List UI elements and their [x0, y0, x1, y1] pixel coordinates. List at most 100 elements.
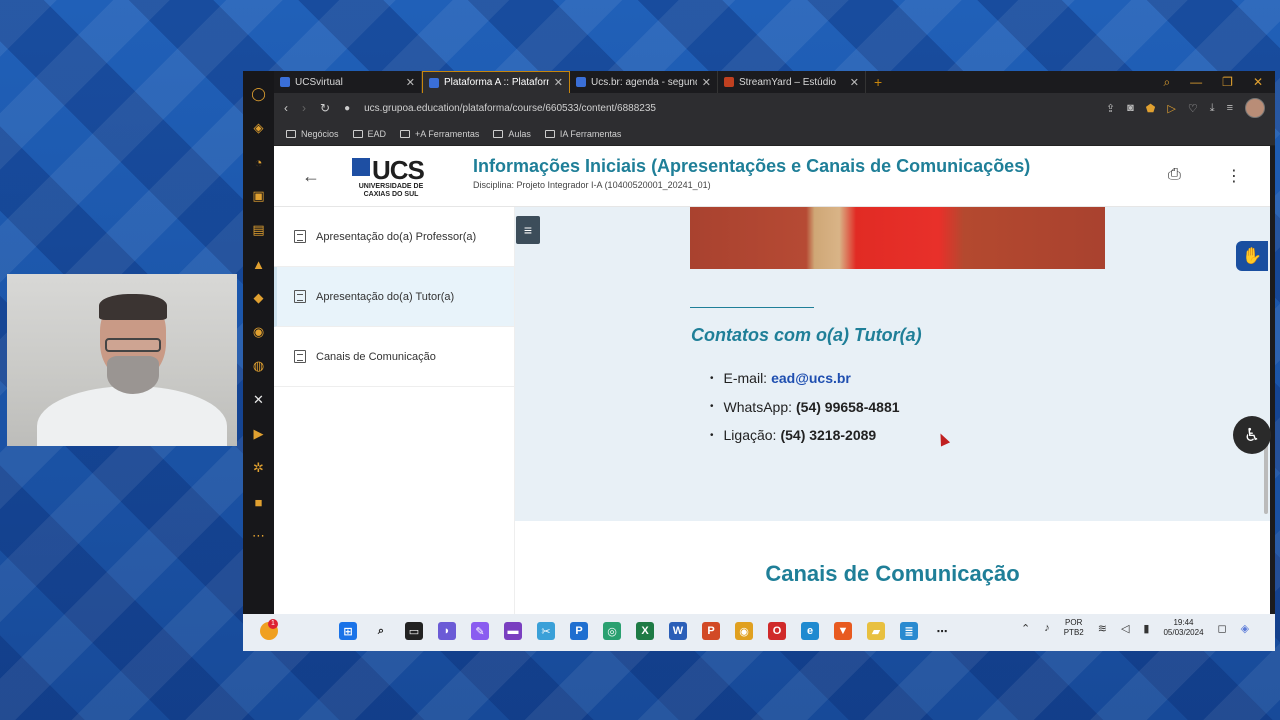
powerpoint-icon[interactable]: P: [702, 622, 720, 640]
new-tab-button[interactable]: +: [866, 71, 890, 93]
microphone-icon[interactable]: ♪: [1044, 622, 1050, 634]
player-icon[interactable]: ▶: [243, 417, 274, 451]
more-icon[interactable]: ⋯: [243, 519, 274, 553]
bookmark-a-ferramentas[interactable]: +A Ferramentas: [400, 129, 479, 139]
notepad-icon[interactable]: ≣: [900, 622, 918, 640]
copilot-icon[interactable]: ◈: [1241, 622, 1249, 635]
flow-icon[interactable]: ▷: [1167, 102, 1175, 115]
search-tabs-icon[interactable]: ⌕: [1163, 75, 1170, 90]
download-icon[interactable]: ⤓: [1210, 102, 1215, 115]
windows-start-icon[interactable]: ⊞: [339, 622, 357, 640]
battery-icon[interactable]: ▮: [1143, 622, 1149, 635]
file-explorer-icon[interactable]: ▰: [867, 622, 885, 640]
minimize-button[interactable]: —: [1190, 75, 1202, 89]
bookmark-ead[interactable]: EAD: [352, 129, 386, 139]
chrome-icon[interactable]: ◉: [735, 622, 753, 640]
tab-ucs-agenda[interactable]: Ucs.br: agenda - segunda-f ✕: [570, 71, 718, 93]
url-field[interactable]: ucs.grupoa.education/plataforma/course/6…: [364, 103, 656, 114]
tab-ucsvirtual[interactable]: UCSvirtual ✕: [274, 71, 422, 93]
back-icon[interactable]: ‹: [284, 101, 288, 115]
close-icon[interactable]: ✕: [702, 76, 711, 89]
mouse-cursor-icon: [935, 431, 951, 447]
sidebar-item-professor[interactable]: Apresentação do(a) Professor(a): [274, 207, 514, 267]
speed-dial-icon[interactable]: ◔: [243, 145, 274, 179]
star-icon: [352, 158, 370, 176]
edge-icon[interactable]: e: [801, 622, 819, 640]
contact-email: E-mail: ead@ucs.br: [710, 364, 900, 393]
maps-icon[interactable]: ◎: [603, 622, 621, 640]
profile-avatar[interactable]: [1245, 98, 1265, 118]
excel-icon[interactable]: X: [636, 622, 654, 640]
adblock-shield-icon[interactable]: ⬟: [1146, 102, 1156, 115]
sidebar-item-label: Apresentação do(a) Professor(a): [316, 230, 477, 243]
app-icon[interactable]: ✎: [471, 622, 489, 640]
volume-icon[interactable]: ◁: [1121, 622, 1129, 635]
reload-icon[interactable]: ↻: [320, 101, 330, 115]
music-icon[interactable]: ◍: [243, 349, 274, 383]
snapshot-icon[interactable]: ◙: [1127, 102, 1134, 114]
email-link[interactable]: ead@ucs.br: [771, 370, 851, 386]
word-icon[interactable]: W: [669, 622, 687, 640]
x-twitter-icon[interactable]: ✕: [243, 383, 274, 417]
heart-icon[interactable]: ♡: [1188, 102, 1198, 115]
close-window-button[interactable]: ✕: [1253, 75, 1263, 89]
crypto-wallet-icon[interactable]: ◆: [243, 281, 274, 315]
chevron-up-icon[interactable]: ⌃: [1021, 622, 1030, 635]
easy-setup-icon[interactable]: ≡: [1227, 102, 1233, 114]
notification-bell-icon[interactable]: ◻: [1218, 622, 1227, 635]
notification-badge: 1: [268, 619, 278, 629]
ucs-logo[interactable]: UCS UNIVERSIDADE DE CAXIAS DO SUL: [352, 155, 432, 199]
store-icon[interactable]: P: [570, 622, 588, 640]
tab-streamyard[interactable]: StreamYard – Estúdio ✕: [718, 71, 866, 93]
page-title: Informações Iniciais (Apresentações e Ca…: [473, 156, 1031, 176]
box-icon[interactable]: ▤: [243, 213, 274, 247]
tab-label: Ucs.br: agenda - segunda-f: [591, 76, 697, 88]
close-icon[interactable]: ✕: [554, 76, 563, 89]
logo-subtitle: UNIVERSIDADE DE CAXIAS DO SUL: [358, 183, 424, 198]
page-scrollbar[interactable]: [1264, 442, 1268, 514]
wifi-icon[interactable]: ≋: [1098, 622, 1107, 635]
menu-toggle-button[interactable]: ≡: [516, 216, 540, 244]
bookmark-label: Negócios: [301, 129, 339, 139]
snipping-icon[interactable]: ✂: [537, 622, 555, 640]
brave-icon[interactable]: ▼: [834, 622, 852, 640]
print-icon[interactable]: ⎙: [1168, 166, 1181, 184]
bookmark-aulas[interactable]: Aulas: [493, 129, 531, 139]
tab-plataforma-a[interactable]: Plataforma A :: Plataforma ✕: [422, 71, 570, 93]
bookmark-ia-ferramentas[interactable]: IA Ferramentas: [544, 129, 621, 139]
back-arrow-button[interactable]: ←: [302, 166, 320, 187]
search-icon[interactable]: ⌕: [372, 622, 390, 640]
briefcase-icon[interactable]: ▣: [243, 179, 274, 213]
opera-logo-icon[interactable]: ◯: [243, 77, 274, 111]
accessibility-icon[interactable]: ♿: [1233, 416, 1271, 454]
language-indicator[interactable]: POR PTB2: [1064, 618, 1084, 638]
sign-language-icon[interactable]: ✋: [1236, 241, 1268, 271]
close-icon[interactable]: ✕: [406, 76, 415, 89]
bookmark-negocios[interactable]: Negócios: [286, 129, 339, 139]
tab-favicon-icon: [280, 77, 290, 87]
messenger-icon[interactable]: ◉: [243, 315, 274, 349]
opera-icon[interactable]: O: [768, 622, 786, 640]
overflow-icon[interactable]: ⋯: [933, 622, 951, 640]
forward-icon[interactable]: ›: [302, 101, 306, 115]
contact-phone: Ligação: (54) 3218-2089: [710, 421, 900, 450]
clipchamp-icon[interactable]: ▬: [504, 622, 522, 640]
gamepad-icon[interactable]: ◈: [243, 111, 274, 145]
tab-label: Plataforma A :: Plataforma: [444, 77, 549, 88]
lock-icon[interactable]: ●: [344, 103, 350, 114]
more-options-icon[interactable]: ⋮: [1226, 166, 1242, 186]
language-label: POR: [1065, 618, 1083, 627]
chat-icon[interactable]: ◗: [438, 622, 456, 640]
tab-favicon-icon: [429, 77, 439, 88]
share-icon[interactable]: ⇪: [1106, 102, 1115, 115]
task-view-icon[interactable]: ▭: [405, 622, 423, 640]
sidebar-item-tutor[interactable]: Apresentação do(a) Tutor(a): [274, 267, 514, 327]
maximize-button[interactable]: ❐: [1222, 75, 1233, 89]
clock[interactable]: 19:44 05/03/2024: [1163, 618, 1203, 638]
folder-icon: [286, 130, 296, 138]
close-icon[interactable]: ✕: [850, 76, 859, 89]
extensions-icon[interactable]: ■: [243, 485, 274, 519]
sidebar-item-canais[interactable]: Canais de Comunicação: [274, 327, 514, 387]
settings-icon[interactable]: ✲: [243, 451, 274, 485]
aria-icon[interactable]: ▲: [243, 247, 274, 281]
